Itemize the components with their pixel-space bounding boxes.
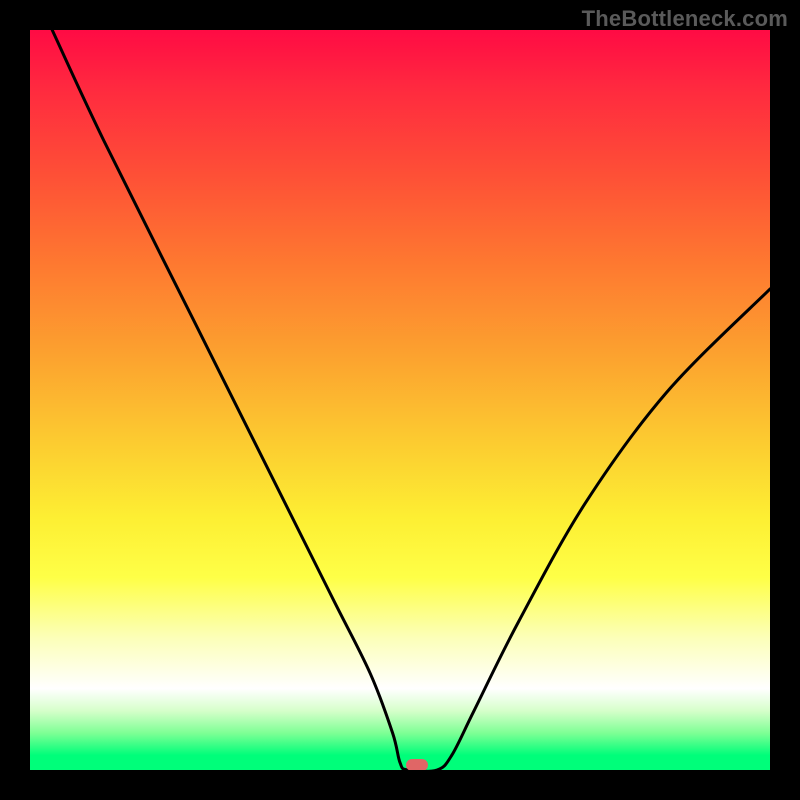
watermark-text: TheBottleneck.com xyxy=(582,6,788,32)
bottleneck-curve-path xyxy=(52,30,770,770)
plot-area xyxy=(30,30,770,770)
chart-frame: TheBottleneck.com xyxy=(0,0,800,800)
curve-svg xyxy=(30,30,770,770)
min-marker xyxy=(406,759,428,770)
